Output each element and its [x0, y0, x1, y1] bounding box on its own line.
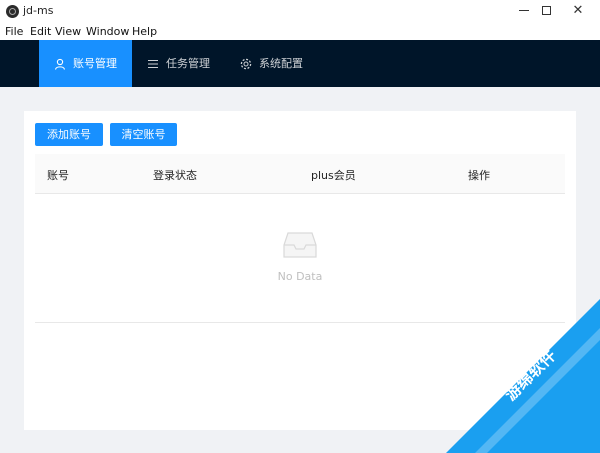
gear-icon — [240, 58, 252, 70]
clear-accounts-button[interactable]: 清空账号 — [110, 123, 177, 146]
close-button[interactable]: ✕ — [563, 0, 593, 23]
top-nav: 账号管理 任务管理 系统配置 — [0, 40, 600, 87]
tab-label: 账号管理 — [73, 57, 117, 70]
column-header-plus-member: plus会员 — [311, 169, 356, 182]
column-header-login-status: 登录状态 — [153, 169, 197, 182]
maximize-icon — [541, 6, 551, 15]
menu-window[interactable]: Window — [86, 25, 129, 38]
menu-edit[interactable]: Edit — [30, 25, 51, 38]
list-icon — [148, 59, 158, 69]
menu-file[interactable]: File — [5, 25, 23, 38]
column-header-actions: 操作 — [468, 169, 490, 182]
table-divider — [35, 322, 565, 323]
add-account-button[interactable]: 添加账号 — [35, 123, 103, 146]
window-title: jd-ms — [23, 4, 54, 17]
empty-inbox-icon — [283, 232, 317, 258]
app-icon — [6, 5, 19, 18]
empty-state-text: No Data — [277, 270, 323, 283]
maximize-button[interactable] — [531, 0, 561, 23]
menu-help[interactable]: Help — [132, 25, 157, 38]
tab-task-management[interactable]: 任务管理 — [147, 40, 210, 87]
user-icon — [54, 58, 66, 70]
menu-bar: File Edit View Window Help — [0, 23, 600, 40]
minimize-icon — [519, 10, 529, 11]
tab-label: 任务管理 — [166, 57, 210, 70]
column-header-account: 账号 — [47, 169, 69, 182]
table-header: 账号 登录状态 plus会员 操作 — [35, 154, 565, 194]
tab-system-config[interactable]: 系统配置 — [240, 40, 303, 87]
title-bar: jd-ms ✕ — [0, 0, 600, 23]
menu-view[interactable]: View — [55, 25, 81, 38]
close-icon: ✕ — [572, 3, 584, 18]
tab-account-management[interactable]: 账号管理 — [39, 40, 132, 87]
tab-label: 系统配置 — [259, 57, 303, 70]
